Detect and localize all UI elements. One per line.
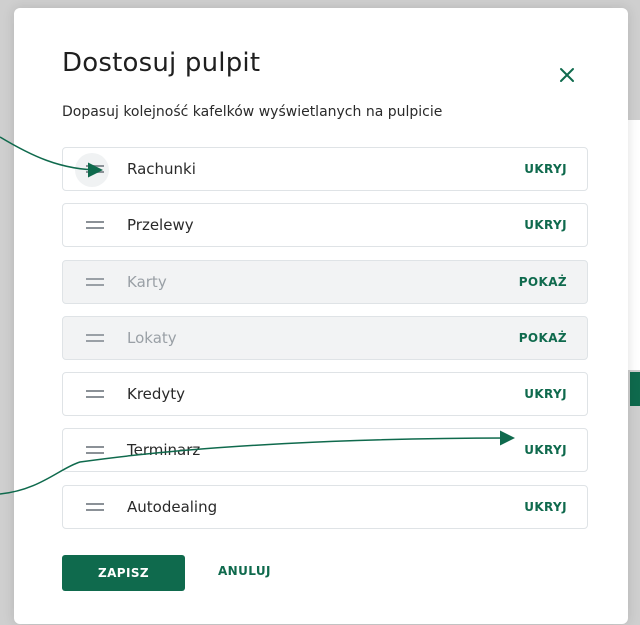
dialog-title: Dostosuj pulpit	[62, 48, 261, 78]
tile-toggle-button[interactable]: POKAŻ	[519, 275, 567, 289]
save-button[interactable]: ZAPISZ	[62, 555, 185, 591]
customize-dashboard-dialog: Dostosuj pulpit Dopasuj kolejność kafelk…	[14, 8, 628, 624]
drag-handle[interactable]	[63, 148, 127, 190]
tile-row[interactable]: Terminarz UKRYJ	[62, 428, 588, 473]
drag-handle[interactable]	[63, 317, 127, 359]
cancel-button[interactable]: ANULUJ	[218, 564, 271, 578]
tile-label: Terminarz	[127, 441, 201, 460]
drag-handle-icon	[86, 333, 104, 342]
drag-handle[interactable]	[63, 429, 127, 471]
close-icon	[560, 68, 574, 82]
tile-list: Rachunki UKRYJ Przelewy UKRYJ Karty POKA…	[62, 147, 588, 541]
drag-handle-icon	[86, 446, 104, 455]
tile-row[interactable]: Kredyty UKRYJ	[62, 372, 588, 417]
tile-toggle-button[interactable]: UKRYJ	[524, 443, 567, 457]
tile-row[interactable]: Lokaty POKAŻ	[62, 315, 588, 360]
drag-handle[interactable]	[63, 204, 127, 246]
drag-handle-icon	[86, 502, 104, 511]
drag-handle-icon	[86, 165, 104, 173]
tile-label: Karty	[127, 272, 167, 291]
tile-label: Przelewy	[127, 216, 194, 235]
close-button[interactable]	[556, 64, 578, 86]
tile-row[interactable]: Karty POKAŻ	[62, 259, 588, 304]
tile-toggle-button[interactable]: POKAŻ	[519, 331, 567, 345]
background-button	[630, 372, 640, 406]
drag-handle[interactable]	[63, 373, 127, 415]
drag-handle[interactable]	[63, 486, 127, 528]
tile-toggle-button[interactable]: UKRYJ	[524, 387, 567, 401]
tile-label: Kredyty	[127, 385, 186, 404]
drag-handle-icon	[86, 277, 104, 286]
tile-label: Rachunki	[127, 160, 196, 178]
tile-row[interactable]: Autodealing UKRYJ	[62, 484, 588, 529]
drag-handle[interactable]	[63, 261, 127, 303]
dialog-subtitle: Dopasuj kolejność kafelków wyświetlanych…	[62, 104, 443, 120]
drag-handle-icon	[86, 390, 104, 399]
tile-toggle-button[interactable]: UKRYJ	[524, 218, 567, 232]
tile-toggle-button[interactable]: UKRYJ	[524, 500, 567, 514]
tile-row[interactable]: Przelewy UKRYJ	[62, 203, 588, 248]
tile-label: Autodealing	[127, 497, 218, 516]
tile-label: Lokaty	[127, 328, 177, 347]
background-panel	[628, 120, 640, 370]
tile-row[interactable]: Rachunki UKRYJ	[62, 147, 588, 191]
drag-handle-icon	[86, 221, 104, 230]
tile-toggle-button[interactable]: UKRYJ	[524, 162, 567, 176]
